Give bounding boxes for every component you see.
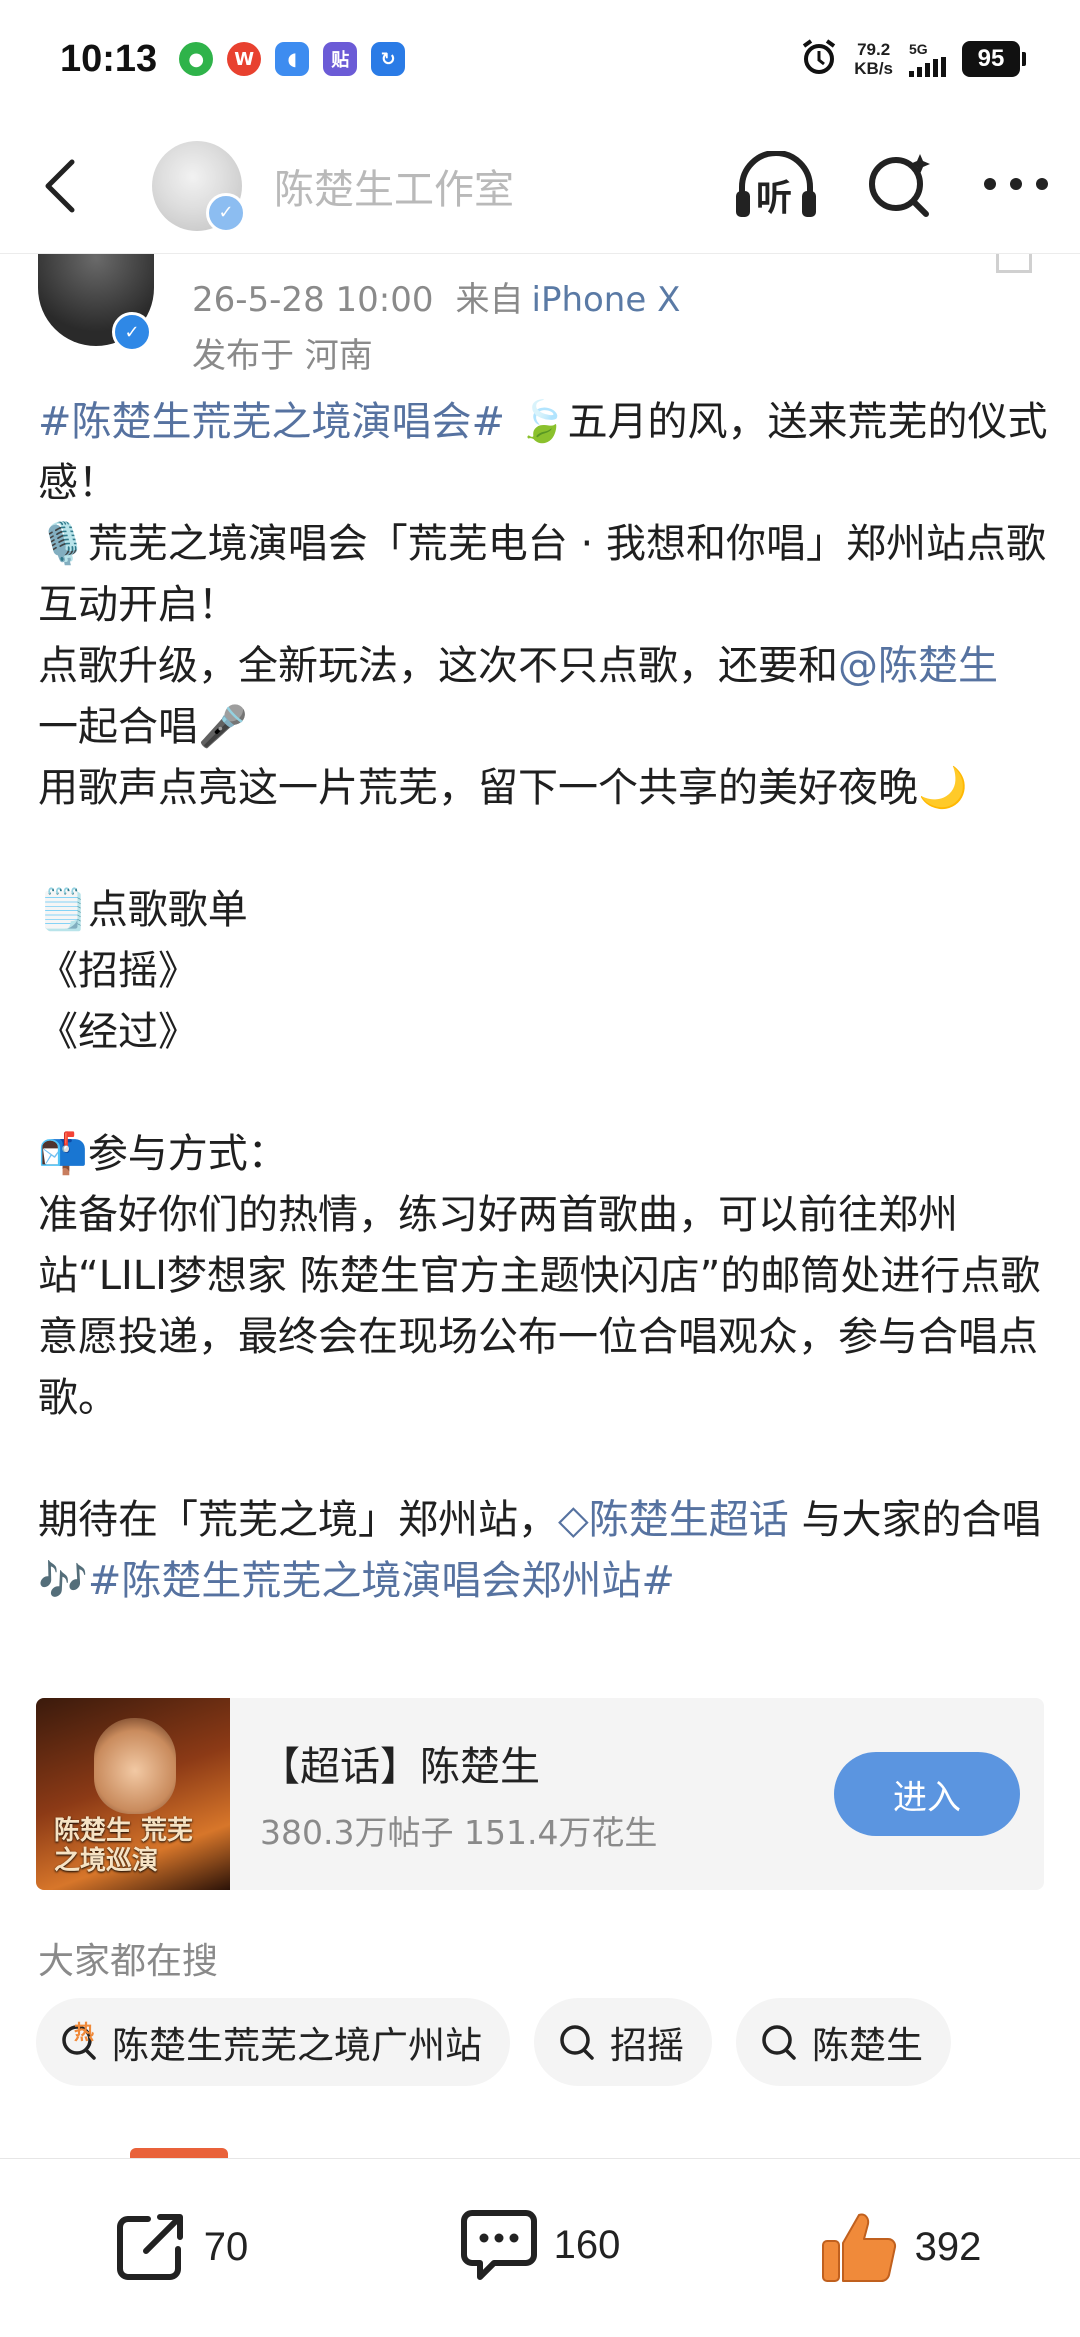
net-speed-value: 79.2 <box>857 40 891 59</box>
paragraph-text: 荒芜之境演唱会「荒芜电台 · 我想和你唱」郑州站点歌互动开启！ <box>38 521 1046 628</box>
mic-emoji-icon: 🎤 <box>198 704 248 750</box>
search-icon <box>560 2025 594 2060</box>
comment-count: 160 <box>553 2222 621 2267</box>
post-meta: 26-5-28 10:00 来自 iPhone X <box>192 272 680 321</box>
battery-indicator: 95 <box>962 41 1026 77</box>
search-chip-label: 陈楚生 <box>812 2024 923 2067</box>
hot-search-icon: 热 <box>60 2020 100 2062</box>
notification-icons: ● W ◖ 贴 ↻ <box>179 42 406 76</box>
post-from-label: 来自 <box>455 280 524 320</box>
tieba-icon: 贴 <box>323 42 358 76</box>
music-notes-emoji-icon: 🎶 <box>38 1558 88 1604</box>
listen-button[interactable]: 听 <box>734 150 818 221</box>
repost-count: 70 <box>203 2224 249 2269</box>
comment-button[interactable]: 160 <box>360 2159 720 2281</box>
song-list-heading: 🗒️点歌歌单 <box>38 880 1048 941</box>
nav-avatar[interactable]: ✓ <box>152 140 246 233</box>
paragraph-1: #陈楚生荒芜之境演唱会# 🍃五月的风，送来荒芜的仪式感！ <box>38 392 1048 514</box>
paragraph-text: 点歌歌单 <box>87 887 248 933</box>
paragraph-text: 参与方式： <box>87 1131 288 1177</box>
network-type: 5G <box>909 41 928 57</box>
like-button[interactable]: 392 <box>720 2159 1080 2285</box>
net-speed: 79.2 KB/s <box>854 40 893 78</box>
listen-label: 听 <box>756 177 793 219</box>
post-device[interactable]: iPhone X <box>532 280 681 320</box>
chaohua-poster-image: 陈楚生 荒芜之境巡演 <box>36 1698 230 1890</box>
paragraph-text: 与大家的合唱 <box>788 1497 1042 1543</box>
post-date: 26-5-28 10:00 <box>192 280 434 320</box>
song-item: 《经过》 <box>38 1009 198 1055</box>
paragraph-text: 用歌声点亮这一片荒芜，留下一个共享的美好夜晚 <box>38 765 918 811</box>
paragraph-3: 点歌升级，全新玩法，这次不只点歌，还要和@陈楚生 一起合唱🎤 <box>38 636 1048 758</box>
weibo-icon: W <box>227 42 262 76</box>
hot-badge: 热 <box>74 2020 94 2044</box>
enter-button[interactable]: 进入 <box>834 1752 1020 1836</box>
leaf-emoji-icon: 🍃 <box>517 399 568 445</box>
sparkle-search-icon <box>869 153 930 217</box>
chevron-left-icon <box>45 159 75 212</box>
post-content: #陈楚生荒芜之境演唱会# 🍃五月的风，送来荒芜的仪式感！ 🎙️荒芜之境演唱会「荒… <box>38 392 1048 1612</box>
mailbox-emoji-icon: 📬 <box>38 1131 88 1177</box>
verified-badge-icon: ✓ <box>206 192 246 233</box>
poster-text: 陈楚生 荒芜之境巡演 <box>54 1816 194 1876</box>
paragraph-text: 期待在「荒芜之境」郑州站， <box>38 1497 558 1543</box>
post-header: ✓ 26-5-28 10:00 来自 iPhone X 发布于 河南 <box>0 236 1080 376</box>
search-chips: 热 陈楚生荒芜之境广州站 招摇 陈楚生 <box>36 1998 951 2086</box>
signal-bars-icon <box>909 57 946 77</box>
microphone-emoji-icon: 🎙️ <box>38 521 88 567</box>
topic-tag-link[interactable]: #陈楚生荒芜之境演唱会# <box>38 399 505 445</box>
paragraph-2: 🎙️荒芜之境演唱会「荒芜电台 · 我想和你唱」郑州站点歌互动开启！ <box>38 514 1048 636</box>
status-bar: 10:13 ● W ◖ 贴 ↻ 79.2 KB/s 5G 95 <box>0 0 1080 118</box>
paragraph-7: 准备好你们的热情，练习好两首歌曲，可以前往郑州站“LILI梦想家 陈楚生官方主题… <box>38 1192 1041 1421</box>
poster-portrait <box>94 1718 176 1814</box>
repost-button[interactable]: 70 <box>0 2159 360 2285</box>
status-time: 10:13 <box>60 37 158 80</box>
participation-heading: 📬参与方式： <box>38 1124 1048 1185</box>
search-chip-label: 招摇 <box>610 2024 684 2067</box>
mention-link[interactable]: @陈楚生 <box>838 643 998 689</box>
search-chip-label: 陈楚生荒芜之境广州站 <box>112 2024 482 2067</box>
post-location: 发布于 河南 <box>192 336 373 376</box>
chaohua-stats: 380.3万帖子 151.4万花生 <box>260 1813 658 1852</box>
comment-icon <box>460 2210 537 2280</box>
thumbs-up-icon <box>821 2213 896 2282</box>
paragraph-8: 期待在「荒芜之境」郑州站，◇陈楚生超话 与大家的合唱 🎶#陈楚生荒芜之境演唱会郑州… <box>38 1490 1048 1612</box>
app-icon: ● <box>179 42 214 76</box>
search-chip[interactable]: 热 陈楚生荒芜之境广州站 <box>36 1998 510 2086</box>
verified-badge-icon: ✓ <box>112 312 152 352</box>
like-count: 392 <box>914 2224 982 2269</box>
share-icon <box>116 2214 183 2280</box>
nav-title[interactable]: 陈楚生工作室 <box>274 157 514 215</box>
chaohua-card[interactable]: 陈楚生 荒芜之境巡演 【超话】陈楚生 380.3万帖子 151.4万花生 进入 <box>36 1698 1044 1890</box>
alarm-icon <box>800 38 838 80</box>
search-ai-button[interactable] <box>866 150 934 222</box>
top-nav-bar: ✓ 陈楚生工作室 听 <box>0 118 1080 254</box>
paragraph-4: 用歌声点亮这一片荒芜，留下一个共享的美好夜晚🌙 <box>38 758 1048 819</box>
notepad-emoji-icon: 🗒️ <box>38 887 88 933</box>
search-chip[interactable]: 陈楚生 <box>736 1998 951 2086</box>
diamond-icon: ◇ <box>558 1497 589 1543</box>
more-dots-icon <box>984 177 1048 190</box>
topic-tag-link[interactable]: #陈楚生荒芜之境演唱会郑州站# <box>88 1558 675 1604</box>
moon-emoji-icon: 🌙 <box>918 765 968 811</box>
search-chip[interactable]: 招摇 <box>534 1998 712 2086</box>
net-speed-unit: KB/s <box>854 59 893 78</box>
paragraph-text: 点歌升级，全新玩法，这次不只点歌，还要和 <box>38 643 838 689</box>
chaohua-title: 【超话】陈楚生 <box>260 1744 540 1790</box>
paragraph-text: 一起合唱 <box>38 704 198 750</box>
back-button[interactable] <box>30 156 90 216</box>
chat-icon: ◖ <box>275 42 310 76</box>
bottom-action-bar: 70 160 392 <box>0 2158 1080 2337</box>
search-suggestions-heading: 大家都在搜 <box>38 1941 219 1982</box>
chaohua-link-label: 陈楚生超话 <box>588 1497 789 1543</box>
more-button[interactable] <box>982 176 1050 196</box>
browser-icon: ↻ <box>371 42 406 76</box>
search-icon <box>762 2025 796 2060</box>
chaohua-link[interactable]: ◇陈楚生超话 <box>558 1497 789 1543</box>
signal-indicator: 5G <box>909 41 946 77</box>
song-item: 《招摇》 <box>38 948 198 994</box>
